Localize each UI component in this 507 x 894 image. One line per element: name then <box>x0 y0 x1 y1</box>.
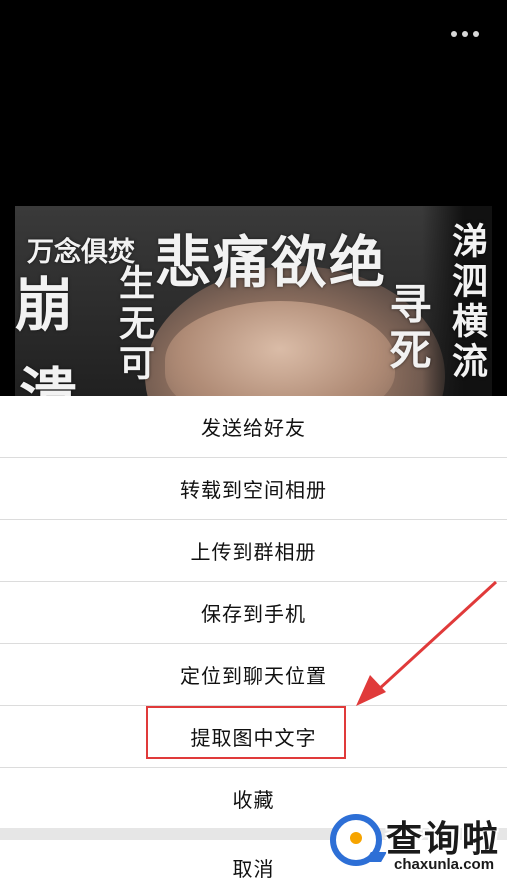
watermark: 查询啦 chaxunla.com <box>330 808 500 878</box>
watermark-url: chaxunla.com <box>394 856 495 873</box>
annotation-arrow-icon <box>356 580 498 706</box>
watermark-title: 查询啦 <box>386 819 501 860</box>
